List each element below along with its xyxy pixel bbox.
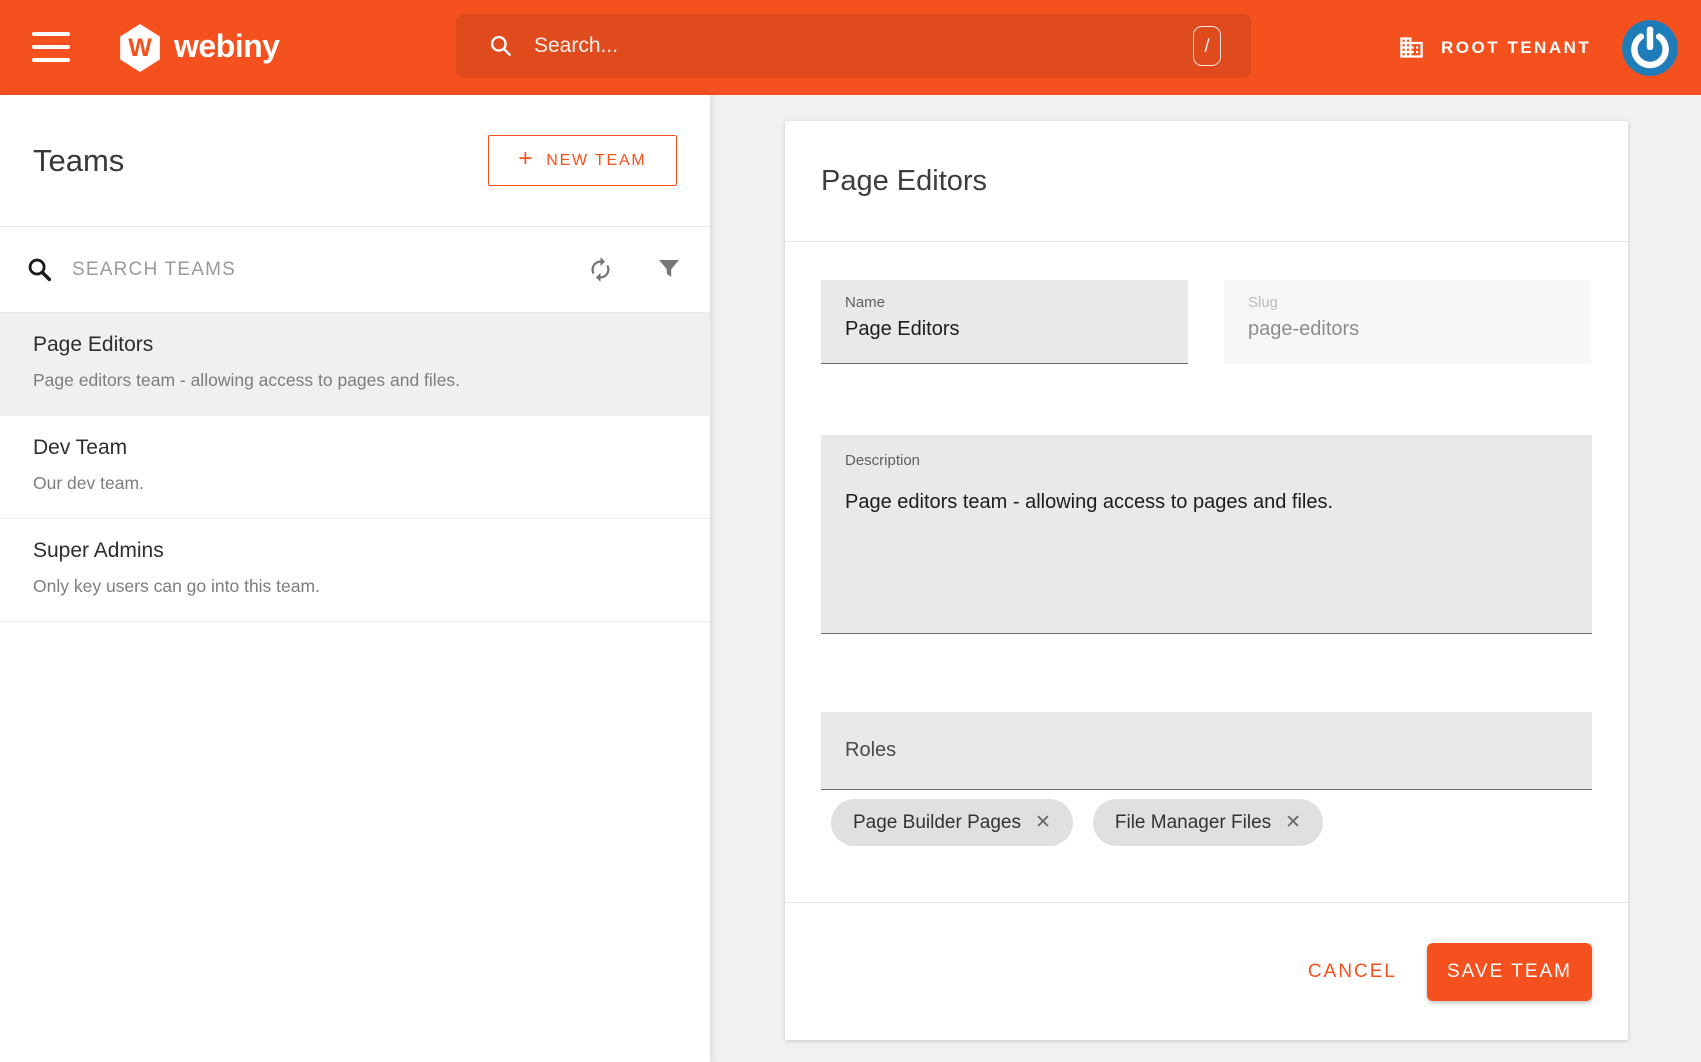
detail-area: Page Editors Name Slug Description Page … — [710, 95, 1701, 1062]
app-header: W webiny / ROOT TENANT — [0, 0, 1701, 95]
team-detail-title: Page Editors — [821, 165, 987, 198]
search-icon — [488, 33, 514, 59]
global-search-input[interactable] — [534, 34, 1193, 58]
global-search-bar[interactable]: / — [456, 14, 1251, 78]
building-icon — [1398, 34, 1425, 61]
teams-list-header: Teams + NEW TEAM — [0, 95, 710, 227]
power-avatar-icon — [1622, 20, 1678, 76]
description-field[interactable]: Description Page editors team - allowing… — [821, 435, 1592, 634]
role-chip-page-builder-pages: Page Builder Pages ✕ — [831, 799, 1073, 846]
team-name: Dev Team — [33, 436, 677, 460]
teams-search-row — [0, 227, 710, 313]
name-field[interactable]: Name — [821, 280, 1188, 364]
team-name: Page Editors — [33, 333, 677, 357]
form-actions: CANCEL SAVE TEAM — [785, 902, 1628, 1040]
teams-list-panel: Teams + NEW TEAM Page Editors — [0, 95, 710, 1062]
roles-chips: Page Builder Pages ✕ File Manager Files … — [821, 799, 1592, 846]
roles-field[interactable]: Roles — [821, 712, 1592, 790]
description-input[interactable]: Page editors team - allowing access to p… — [845, 491, 1568, 611]
role-chip-file-manager-files: File Manager Files ✕ — [1093, 799, 1323, 846]
tenant-label: ROOT TENANT — [1441, 38, 1591, 58]
slug-label: Slug — [1248, 294, 1567, 311]
team-description: Page editors team - allowing access to p… — [33, 370, 677, 391]
team-row-dev-team[interactable]: Dev Team Our dev team. — [0, 416, 710, 519]
chip-label: File Manager Files — [1115, 812, 1271, 834]
tenant-selector[interactable]: ROOT TENANT — [1398, 0, 1591, 95]
search-icon — [26, 256, 54, 284]
refresh-icon[interactable] — [587, 256, 614, 283]
logo-letter: W — [128, 34, 152, 63]
team-detail-header: Page Editors — [785, 121, 1628, 242]
page-title: Teams — [33, 143, 124, 179]
name-input[interactable] — [845, 318, 1164, 341]
hamburger-menu-icon[interactable] — [32, 32, 70, 62]
user-avatar[interactable] — [1622, 20, 1678, 76]
slug-input — [1248, 318, 1567, 341]
new-team-button[interactable]: + NEW TEAM — [488, 135, 677, 186]
save-team-button[interactable]: SAVE TEAM — [1427, 943, 1592, 1001]
name-label: Name — [845, 294, 1164, 311]
brand-wordmark: webiny — [174, 28, 279, 65]
team-name: Super Admins — [33, 539, 677, 563]
chip-close-icon[interactable]: ✕ — [1035, 811, 1051, 834]
slash-shortcut-badge: / — [1193, 26, 1221, 66]
slug-field: Slug — [1224, 280, 1591, 364]
chip-close-icon[interactable]: ✕ — [1285, 811, 1301, 834]
team-detail-card: Page Editors Name Slug Description Page … — [785, 121, 1628, 1040]
team-description: Only key users can go into this team. — [33, 576, 677, 597]
cancel-button[interactable]: CANCEL — [1308, 961, 1397, 983]
chip-label: Page Builder Pages — [853, 812, 1021, 834]
team-description: Our dev team. — [33, 473, 677, 494]
new-team-button-label: NEW TEAM — [546, 152, 646, 170]
teams-search-input[interactable] — [72, 259, 587, 281]
team-row-super-admins[interactable]: Super Admins Only key users can go into … — [0, 519, 710, 622]
roles-label: Roles — [845, 739, 896, 762]
team-row-page-editors[interactable]: Page Editors Page editors team - allowin… — [0, 313, 710, 416]
description-label: Description — [845, 452, 1568, 469]
plus-icon: + — [518, 145, 534, 173]
filter-icon[interactable] — [658, 259, 680, 281]
webiny-logo-icon[interactable]: W — [118, 24, 162, 72]
